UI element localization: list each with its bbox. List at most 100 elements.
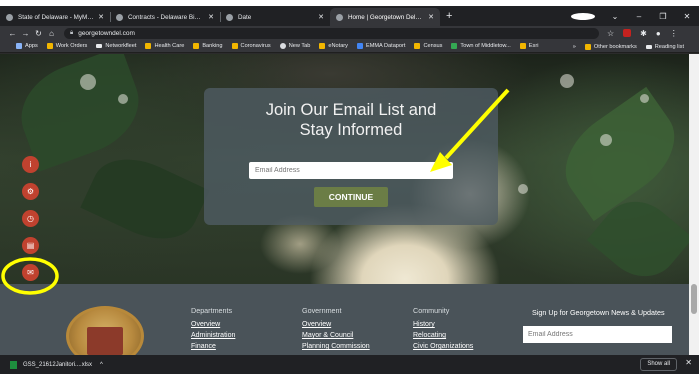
record-icon[interactable] [571,12,595,20]
footer-column-departments: Departments Overview Administration Fina… [191,306,235,352]
close-tab-icon[interactable]: ✕ [318,13,324,21]
tab-favicon-icon [116,13,123,21]
email-address-input[interactable] [249,162,453,179]
folder-icon [46,43,53,49]
browser-tab[interactable]: State of Delaware - MyMarketpl ✕ [0,8,110,26]
puzzle-icon[interactable]: ✱ [640,29,647,38]
bokeh-light [560,74,574,88]
reading-list[interactable]: Reading list [645,43,684,50]
bookmark-item[interactable]: Census [414,43,442,49]
apps-grid-icon [16,43,22,49]
url-bar[interactable]: 🔒︎ georgetowndel.com [64,27,599,39]
browser-tab-active[interactable]: Home | Georgetown Delaware ✕ [330,8,440,26]
tab-favicon-icon [6,13,13,21]
bokeh-light [118,94,128,104]
back-button[interactable]: ← [6,29,19,38]
footer-link[interactable]: Overview [191,319,235,330]
footer-link[interactable]: Finance [191,341,235,352]
bookmark-item[interactable]: Networkfleet [96,43,136,49]
footer-heading: Community [413,306,450,315]
bookmark-item[interactable]: New Tab [279,43,311,49]
bookmark-label: Census [423,43,443,49]
footer-link[interactable]: Relocating [413,330,473,341]
maximize-button[interactable]: ❐ [651,12,675,21]
bookmarks-overflow-button[interactable]: » [573,44,576,50]
address-toolbar: ← → ↻ ⌂ 🔒︎ georgetowndel.com ☆ ✱ ● ⋮ [0,26,699,40]
home-button[interactable]: ⌂ [45,29,58,38]
bookmark-label: Banking [202,43,223,49]
download-item[interactable]: GSS_21612Janitori....xlsx ^ [10,360,103,369]
profile-icon[interactable]: ● [656,29,661,38]
footer-link[interactable]: Mayor & Council [302,330,370,341]
bookmark-label: Apps [25,43,38,49]
bookmark-item[interactable]: Coronavirus [231,43,271,49]
bookmark-favicon-icon [451,43,458,49]
footer-link[interactable]: History [413,319,473,330]
browser-tab-bar: State of Delaware - MyMarketpl ✕ Contrac… [0,6,699,26]
other-bookmarks[interactable]: Other bookmarks [584,43,637,50]
footer-email-input[interactable] [523,326,672,343]
footer-link[interactable]: Civic Organizations [413,341,473,352]
bookmark-item[interactable]: eNotary [319,43,348,49]
footer-link[interactable]: Administration [191,330,235,341]
bookmark-item[interactable]: EMMA Dataport [356,43,405,49]
chevron-up-icon[interactable]: ^ [100,362,103,368]
bookmark-label: Coronavirus [240,43,271,49]
footer-link[interactable]: Planning Commission [302,341,370,352]
menu-icon[interactable]: ⋮ [670,29,678,38]
tab-title: Contracts - Delaware Bids and C [128,13,204,21]
tab-title: Home | Georgetown Delaware [348,13,424,21]
hours-button[interactable]: ◷ [22,210,39,227]
news-button[interactable]: ▤ [22,237,39,254]
footer-column-government: Government Overview Mayor & Council Plan… [302,306,370,352]
settings-button[interactable]: ⚙ [22,183,39,200]
info-button[interactable]: i [22,156,39,173]
browser-tab[interactable]: Contracts - Delaware Bids and C ✕ [110,8,220,26]
reload-button[interactable]: ↻ [32,29,45,38]
email-button[interactable]: ✉ [22,264,39,281]
leaf-shape [80,144,210,254]
folder-icon [231,43,238,49]
toolbar-icons: ☆ ✱ ● ⋮ [607,29,678,38]
bookmark-item[interactable]: Banking [193,43,223,49]
chevron-down-icon[interactable]: ⌄ [603,12,627,21]
bookmark-label: New Tab [288,43,311,49]
new-tab-button[interactable]: + [446,8,452,26]
footer-link[interactable]: Overview [302,319,370,330]
page-scrollbar[interactable] [689,54,699,355]
envelope-icon: ✉ [27,268,34,277]
site-footer: Departments Overview Administration Fina… [0,284,689,355]
bookmark-favicon-icon [356,43,363,49]
window-controls: ⌄ – ❐ ✕ [571,6,699,26]
bookmark-item[interactable]: Esri [519,43,539,49]
folder-icon [584,43,591,50]
bookmark-label: Esri [528,43,539,49]
bookmark-item[interactable]: Town of Middletow... [451,43,511,49]
star-icon[interactable]: ☆ [607,29,614,38]
town-seal-logo [66,306,144,355]
show-all-button[interactable]: Show all [640,358,677,371]
extension-icon[interactable] [623,29,632,37]
close-tab-icon[interactable]: ✕ [98,13,104,21]
folder-icon [414,43,421,49]
excel-file-icon [10,360,17,369]
close-tab-icon[interactable]: ✕ [208,13,214,21]
forward-button[interactable]: → [19,29,32,38]
minimize-button[interactable]: – [627,12,651,21]
footer-signup-heading: Sign Up for Georgetown News & Updates [532,308,665,317]
close-tab-icon[interactable]: ✕ [428,13,434,21]
newspaper-icon: ▤ [26,241,35,250]
bookmark-label: Reading list [654,43,684,50]
signup-title: Join Our Email List and Stay Informed [204,100,498,140]
continue-button[interactable]: CONTINUE [314,187,388,207]
close-icon[interactable]: ✕ [685,358,692,367]
bookmark-label: Other bookmarks [593,43,637,50]
bookmark-item[interactable]: Health Care [145,43,184,49]
bookmark-item[interactable]: Work Orders [46,43,87,49]
bookmarks-bar-right: » Other bookmarks Reading list [573,40,693,53]
scrollbar-thumb[interactable] [691,284,697,314]
bookmark-apps[interactable]: Apps [16,43,38,49]
globe-icon [279,43,286,49]
browser-tab[interactable]: Date ✕ [220,8,330,26]
close-window-button[interactable]: ✕ [675,12,699,21]
